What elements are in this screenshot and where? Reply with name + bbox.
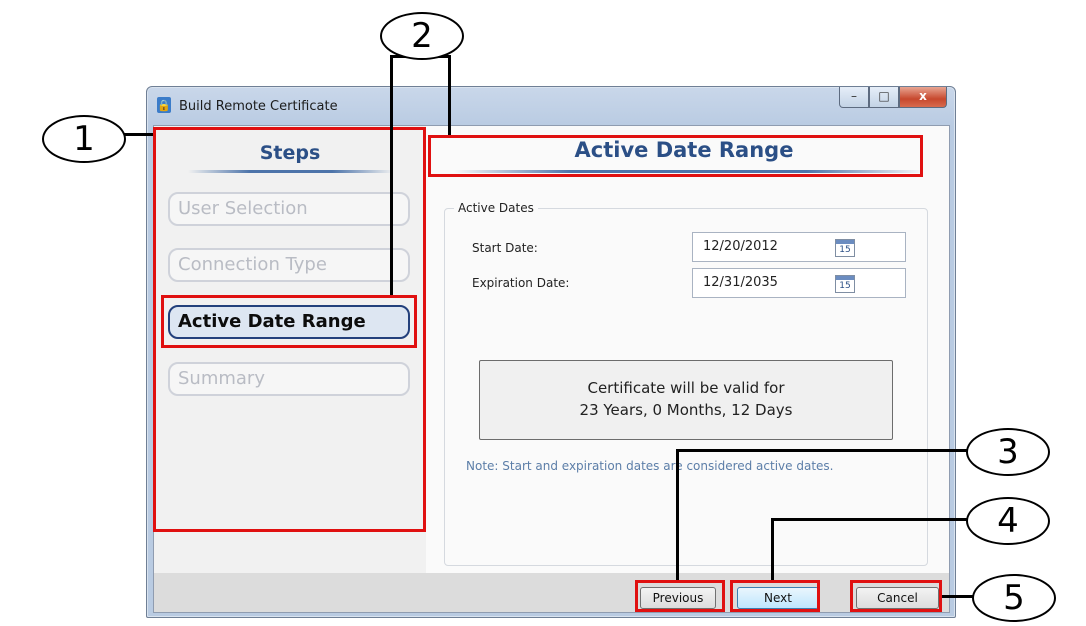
validity-summary: Certificate will be valid for 23 Years, … bbox=[479, 360, 893, 440]
validity-line-2: 23 Years, 0 Months, 12 Days bbox=[579, 401, 793, 419]
callout-4: 4 bbox=[966, 497, 1050, 545]
callout-3: 3 bbox=[966, 428, 1050, 476]
connector-line-1 bbox=[122, 133, 153, 136]
connector-line-4 bbox=[771, 518, 968, 521]
caption-buttons: – □ x bbox=[839, 87, 947, 109]
callout-2: 2 bbox=[380, 12, 464, 60]
annotation-box-next bbox=[730, 580, 820, 612]
connector-line-3a bbox=[676, 449, 679, 580]
expiration-date-picker[interactable]: 12/31/2035 15 bbox=[692, 268, 906, 298]
connector-line-4a bbox=[771, 518, 774, 580]
annotation-box-cancel bbox=[850, 580, 942, 612]
start-date-value[interactable]: 12/20/2012 bbox=[703, 239, 778, 254]
callout-5: 5 bbox=[972, 574, 1056, 622]
connector-line-2b bbox=[448, 55, 451, 135]
connector-line-2a bbox=[390, 55, 393, 295]
window-title: Build Remote Certificate bbox=[179, 99, 338, 114]
connector-line-3 bbox=[676, 449, 968, 452]
annotation-box-title bbox=[428, 135, 923, 177]
start-date-label: Start Date: bbox=[472, 241, 538, 255]
calendar-icon[interactable]: 15 bbox=[835, 239, 855, 257]
active-dates-note: Note: Start and expiration dates are con… bbox=[466, 459, 834, 473]
maximize-button[interactable]: □ bbox=[869, 87, 899, 108]
connector-line-5 bbox=[942, 595, 974, 598]
title-bar[interactable]: 🔒 Build Remote Certificate – □ x bbox=[147, 87, 955, 125]
expiration-date-label: Expiration Date: bbox=[472, 276, 570, 290]
expiration-date-value[interactable]: 12/31/2035 bbox=[703, 275, 778, 290]
minimize-button[interactable]: – bbox=[839, 87, 869, 108]
annotation-box-previous bbox=[635, 580, 725, 612]
calendar-icon[interactable]: 15 bbox=[835, 275, 855, 293]
validity-line-1: Certificate will be valid for bbox=[587, 379, 785, 397]
close-button[interactable]: x bbox=[899, 87, 947, 108]
footer-bar: Previous Next Cancel bbox=[154, 573, 949, 612]
start-date-picker[interactable]: 12/20/2012 15 bbox=[692, 232, 906, 262]
active-dates-legend: Active Dates bbox=[454, 201, 538, 215]
lock-icon: 🔒 bbox=[157, 97, 171, 113]
annotation-box-active-step bbox=[161, 295, 417, 348]
callout-1: 1 bbox=[42, 115, 126, 163]
